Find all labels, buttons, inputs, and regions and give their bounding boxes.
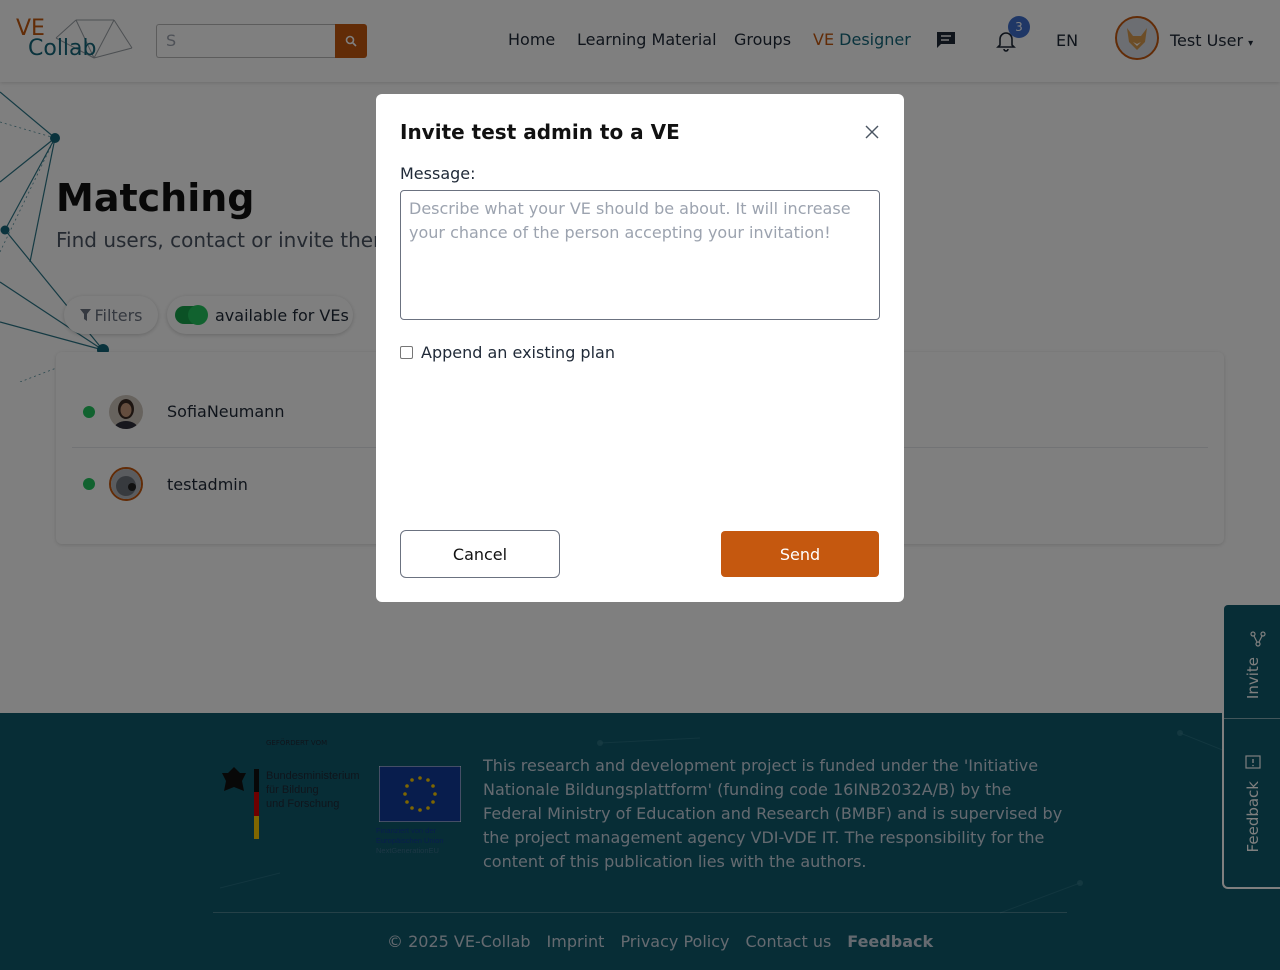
append-plan-row[interactable]: Append an existing plan [400, 343, 615, 362]
close-icon [865, 125, 879, 139]
message-label: Message: [400, 164, 476, 183]
append-plan-label[interactable]: Append an existing plan [421, 343, 615, 362]
invite-modal: Invite test admin to a VE Message: Appen… [376, 94, 904, 602]
message-textarea[interactable] [400, 190, 880, 320]
append-plan-checkbox[interactable] [400, 346, 413, 359]
modal-title: Invite test admin to a VE [400, 120, 680, 144]
cancel-button[interactable]: Cancel [400, 530, 560, 578]
send-button[interactable]: Send [721, 531, 879, 577]
close-button[interactable] [860, 120, 884, 144]
